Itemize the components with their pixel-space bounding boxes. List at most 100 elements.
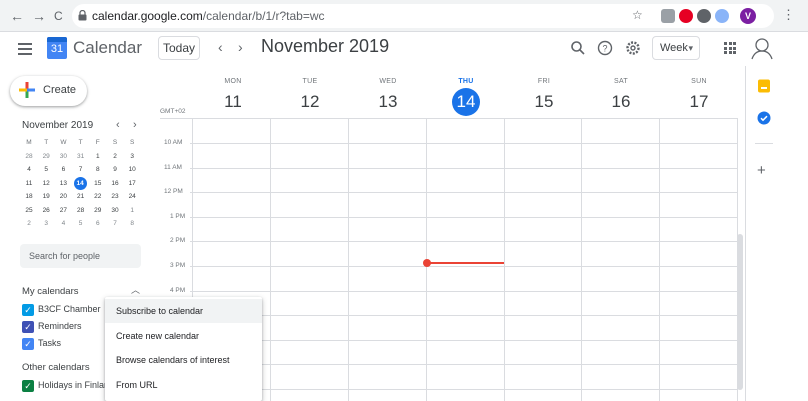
mini-calendar-day[interactable]: 5 [73,217,89,231]
day-header[interactable]: WED 13 [349,78,427,116]
mini-calendar-day[interactable]: 6 [55,163,71,177]
day-number[interactable]: 16 [607,88,635,116]
day-header[interactable]: THU 14 [427,78,505,116]
prev-week-button[interactable]: ‹ [218,39,223,55]
day-number[interactable]: 13 [374,88,402,116]
day-header[interactable]: SAT 16 [582,78,660,116]
next-week-button[interactable]: › [238,39,243,55]
side-panel-divider [745,66,746,401]
mini-calendar-day[interactable]: 28 [73,204,89,218]
day-number[interactable]: 11 [219,88,247,116]
day-number[interactable]: 17 [685,88,713,116]
mini-calendar-day[interactable]: 24 [124,190,140,204]
view-selector[interactable]: Week ▾ [652,36,700,60]
day-header[interactable]: FRI 15 [505,78,583,116]
main-menu-icon[interactable] [18,43,32,55]
extension-icon[interactable] [715,9,729,23]
extension-icon[interactable] [661,9,675,23]
day-header[interactable]: SUN 17 [660,78,738,116]
weekday-label: WED [379,78,397,85]
mini-calendar-day[interactable]: 7 [107,217,123,231]
mini-calendar-day[interactable]: 6 [90,217,106,231]
back-button[interactable]: ← [10,8,24,24]
reload-button[interactable]: C [54,9,63,23]
mini-calendar-day[interactable]: 29 [38,150,54,164]
tasks-icon[interactable] [757,111,771,125]
extension-icon[interactable] [697,9,711,23]
menu-item[interactable]: Browse calendars of interest [105,348,262,372]
mini-calendar-day[interactable]: 19 [38,190,54,204]
other-calendars-title[interactable]: Other calendars [22,362,90,373]
help-icon[interactable]: ? [597,40,613,56]
mini-calendar-day[interactable]: 11 [21,177,37,191]
mini-next-button[interactable]: › [133,119,137,131]
grid-scrollbar[interactable] [737,234,743,390]
today-button[interactable]: Today [158,36,200,60]
checkbox-checked-icon[interactable]: ✓ [22,304,34,316]
mini-calendar-day[interactable]: 2 [107,150,123,164]
mini-calendar-day[interactable]: 29 [90,204,106,218]
mini-calendar-day[interactable]: 30 [107,204,123,218]
search-icon[interactable] [570,40,586,56]
menu-item[interactable]: Subscribe to calendar [105,299,262,323]
mini-calendar-day[interactable]: 27 [55,204,71,218]
mini-calendar-day[interactable]: 3 [124,150,140,164]
checkbox-checked-icon[interactable]: ✓ [22,321,34,333]
mini-calendar-day[interactable]: 13 [55,177,71,191]
day-number[interactable]: 15 [530,88,558,116]
mini-calendar-day[interactable]: 21 [73,190,89,204]
calendar-name: Holidays in Finland [38,380,115,390]
day-header[interactable]: TUE 12 [271,78,349,116]
apps-grid-icon[interactable] [724,42,736,54]
settings-gear-icon[interactable] [625,40,641,56]
forward-button[interactable]: → [32,8,46,24]
account-avatar-icon[interactable] [749,35,775,61]
mini-calendar-day[interactable]: 17 [124,177,140,191]
mini-calendar-day[interactable]: 26 [38,204,54,218]
mini-calendar-day[interactable]: 28 [21,150,37,164]
mini-calendar-day[interactable]: 1 [90,150,106,164]
mini-calendar-day[interactable]: 8 [124,217,140,231]
mini-calendar-day[interactable]: 4 [21,163,37,177]
mini-calendar-day[interactable]: 22 [90,190,106,204]
menu-item[interactable]: From URL [105,373,262,397]
mini-calendar-day[interactable]: 5 [38,163,54,177]
mini-calendar-day[interactable]: 14 [73,176,87,190]
mini-calendar-day[interactable]: 25 [21,204,37,218]
mini-calendar-day[interactable]: 16 [107,177,123,191]
checkbox-checked-icon[interactable]: ✓ [22,380,34,392]
day-number[interactable]: 12 [296,88,324,116]
day-column-divider [581,118,582,401]
mini-calendar-day[interactable]: 31 [73,150,89,164]
day-header[interactable]: MON 11 [194,78,272,116]
mini-calendar-day[interactable]: 12 [38,177,54,191]
mini-prev-button[interactable]: ‹ [116,119,120,131]
mini-calendar-day[interactable]: 2 [21,217,37,231]
browser-menu-icon[interactable]: ⋮ [782,7,795,23]
menu-item[interactable]: Create new calendar [105,324,262,348]
create-button[interactable]: Create [10,76,87,106]
mini-calendar-day[interactable]: 15 [90,177,106,191]
day-number[interactable]: 14 [452,88,480,116]
mini-calendar-day[interactable]: 3 [38,217,54,231]
mini-calendar-day[interactable]: 20 [55,190,71,204]
mini-calendar-day[interactable]: 30 [55,150,71,164]
mini-calendar-day[interactable]: 7 [73,163,89,177]
keep-icon[interactable] [757,79,771,93]
mini-calendar-day[interactable]: 4 [55,217,71,231]
mini-calendar-day[interactable]: 23 [107,190,123,204]
chevron-up-icon[interactable]: ︿ [131,283,140,296]
profile-avatar[interactable]: V [740,8,756,24]
my-calendars-title[interactable]: My calendars [22,286,79,297]
mini-calendar-day[interactable]: 18 [21,190,37,204]
bookmark-star-icon[interactable]: ☆ [632,8,643,22]
mini-calendar-day[interactable]: 1 [124,204,140,218]
mini-calendar-day[interactable]: 9 [107,163,123,177]
search-people-input[interactable]: Search for people [20,244,141,268]
mini-calendar-day[interactable]: 8 [90,163,106,177]
side-panel-separator [755,143,773,144]
checkbox-checked-icon[interactable]: ✓ [22,338,34,350]
add-addon-plus-icon[interactable]: + [757,162,766,179]
mini-calendar-day[interactable]: 10 [124,163,140,177]
pinterest-icon[interactable] [679,9,693,23]
